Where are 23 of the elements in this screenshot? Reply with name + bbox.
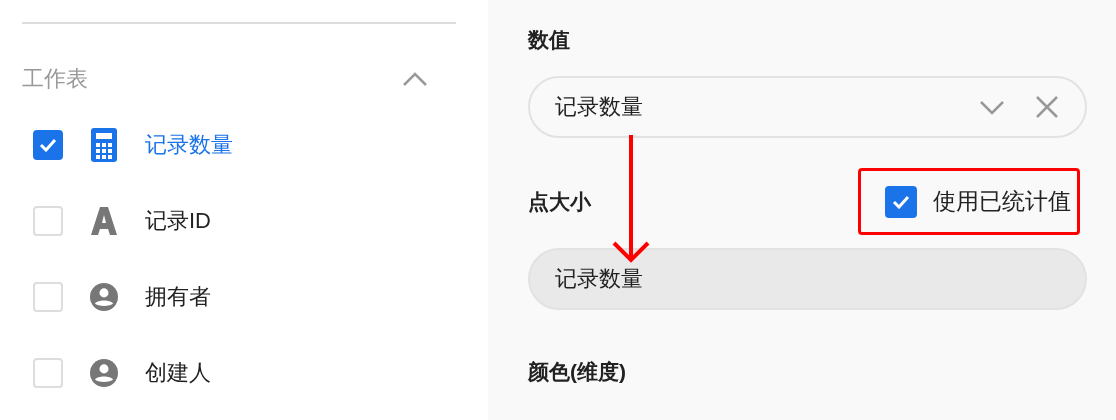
section-title: 颜色(维度) xyxy=(528,359,627,385)
close-icon[interactable] xyxy=(1035,95,1059,119)
field-label[interactable]: 创建人 xyxy=(145,358,211,388)
field-label[interactable]: 记录ID xyxy=(145,206,211,236)
checkbox[interactable] xyxy=(33,206,63,236)
field-label[interactable]: 拥有者 xyxy=(145,282,211,312)
field-label[interactable]: 记录数量 xyxy=(145,130,233,160)
user-icon xyxy=(90,356,118,390)
checkbox[interactable] xyxy=(33,130,63,160)
checkbox[interactable] xyxy=(33,282,63,312)
checkmark-icon xyxy=(892,194,910,209)
section-title: 数值 xyxy=(528,27,571,53)
letter-a-icon xyxy=(91,207,117,235)
chevron-down-icon[interactable] xyxy=(979,99,1005,115)
section-title: 工作表 xyxy=(22,65,88,93)
size-field: 记录数量 xyxy=(528,248,1087,310)
chevron-up-icon[interactable] xyxy=(402,71,428,87)
checkmark-icon xyxy=(39,138,57,152)
value-select[interactable]: 记录数量 xyxy=(528,76,1087,138)
section-title: 点大小 xyxy=(528,188,591,215)
checkbox[interactable] xyxy=(33,358,63,388)
user-icon xyxy=(90,280,118,314)
calculator-icon xyxy=(91,128,117,162)
